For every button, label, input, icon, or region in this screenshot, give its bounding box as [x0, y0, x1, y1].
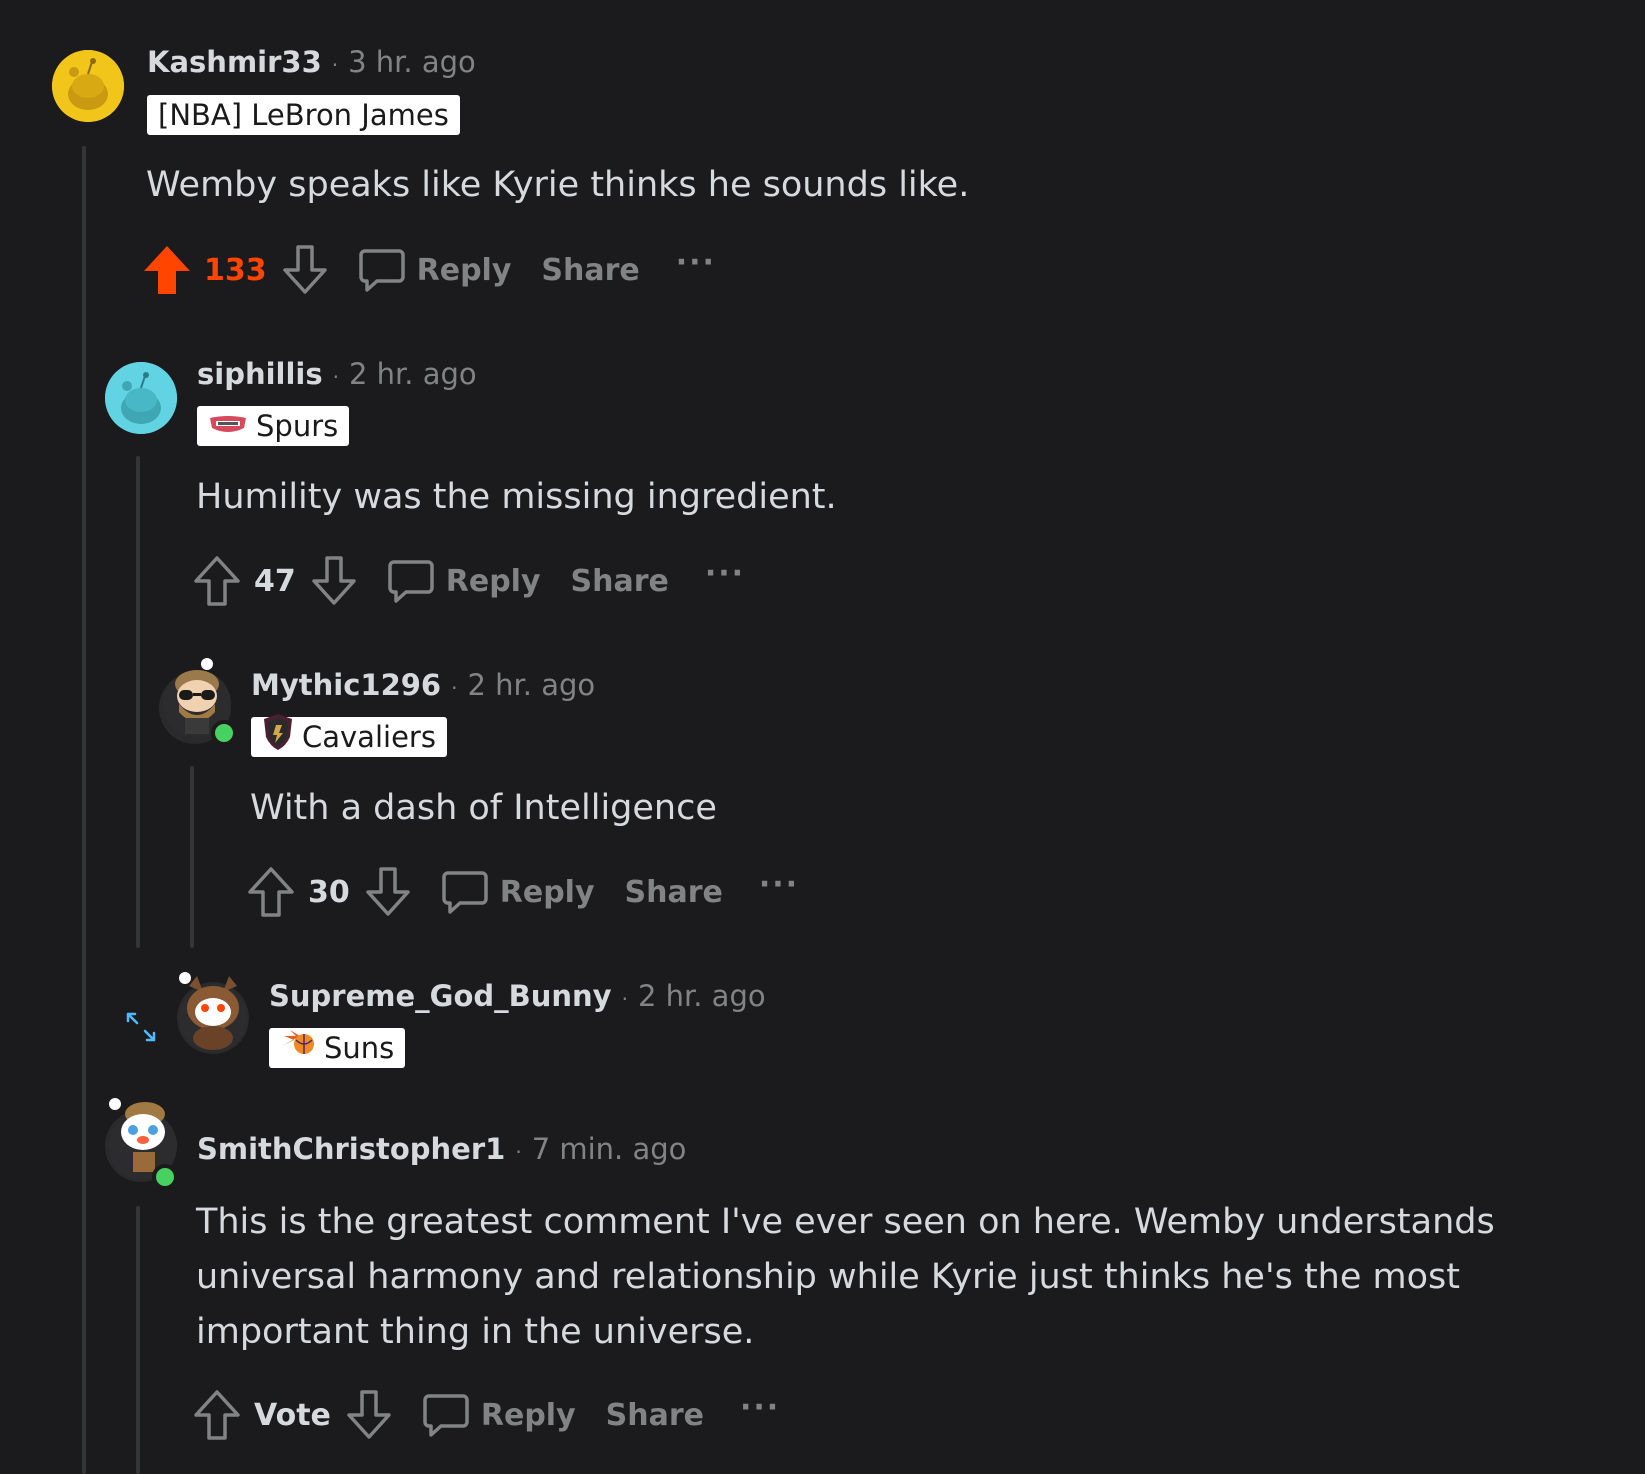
username[interactable]: siphillis	[197, 357, 323, 391]
expand-thread-button[interactable]	[124, 1010, 158, 1044]
username[interactable]: Kashmir33	[147, 45, 322, 79]
username[interactable]: Mythic1296	[251, 668, 441, 702]
expand-arrows-icon	[126, 1012, 156, 1042]
snoo-avatar-icon	[105, 362, 177, 434]
more-options-button[interactable]: ···	[759, 867, 799, 902]
avatar[interactable]	[105, 1098, 178, 1190]
avatar[interactable]	[52, 50, 124, 122]
more-options-button[interactable]: ···	[676, 245, 716, 280]
avatar[interactable]	[105, 362, 177, 434]
snoo-avatar-icon	[179, 972, 247, 1050]
avatar[interactable]	[177, 972, 249, 1054]
separator-dot: ·	[331, 53, 339, 77]
user-flair: Cavaliers	[251, 714, 447, 757]
separator-dot: ·	[621, 987, 628, 1011]
timestamp[interactable]: 2 hr. ago	[638, 979, 766, 1013]
comment-header: Supreme_God_Bunny · 2 hr. ago	[269, 978, 766, 1017]
comment-body: Wemby speaks like Kyrie thinks he sounds…	[146, 165, 970, 205]
comment-actions: 133 Reply Share ···	[142, 242, 716, 298]
snoo-avatar-icon	[52, 50, 124, 122]
vote-count: 30	[308, 874, 350, 910]
thread-line-smith[interactable]	[136, 1206, 140, 1474]
timestamp[interactable]: 2 hr. ago	[467, 668, 595, 702]
downvote-icon[interactable]	[345, 1389, 393, 1441]
separator-dot: ·	[515, 1140, 522, 1164]
suns-logo-icon	[280, 1028, 316, 1068]
flair-text: Spurs	[256, 409, 339, 443]
upvote-icon[interactable]	[192, 555, 242, 607]
timestamp[interactable]: 7 min. ago	[532, 1132, 687, 1166]
reply-label: Reply	[445, 563, 541, 599]
separator-dot: ·	[451, 676, 458, 700]
reply-label: Reply	[480, 1397, 576, 1433]
comment-body: Humility was the missing ingredient.	[196, 477, 837, 517]
flair-text: Cavaliers	[302, 720, 436, 754]
comment-header: siphillis · 2 hr. ago	[197, 356, 477, 395]
avatar[interactable]	[159, 658, 237, 746]
upvote-icon[interactable]	[192, 1389, 242, 1441]
comment-header: Mythic1296 · 2 hr. ago	[251, 667, 595, 706]
comment-actions: 30 Reply Share ···	[246, 864, 799, 920]
more-options-button[interactable]: ···	[740, 1390, 780, 1425]
reply-button[interactable]: Reply	[440, 867, 595, 917]
online-status-indicator	[211, 720, 237, 746]
reply-button[interactable]: Reply	[357, 245, 512, 295]
comment-body: With a dash of Intelligence	[250, 788, 717, 828]
comment-actions: Vote Reply Share ···	[192, 1387, 780, 1443]
share-button[interactable]: Share	[571, 564, 669, 599]
user-flair: Suns	[269, 1028, 406, 1068]
username[interactable]: Supreme_God_Bunny	[269, 979, 612, 1013]
share-button[interactable]: Share	[541, 253, 639, 288]
comment-bubble-icon	[442, 871, 488, 914]
vote-count: 133	[204, 252, 267, 288]
reply-label: Reply	[499, 874, 595, 910]
upvote-icon[interactable]	[142, 244, 192, 296]
reply-button[interactable]: Reply	[386, 556, 541, 606]
reply-button[interactable]: Reply	[421, 1390, 576, 1440]
comment-actions: 47 Reply Share ···	[192, 553, 745, 609]
comment-body: This is the greatest comment I've ever s…	[196, 1202, 1495, 1352]
downvote-icon[interactable]	[364, 866, 412, 918]
comment-header: SmithChristopher1 · 7 min. ago	[197, 1131, 686, 1170]
flair-text: [NBA] LeBron James	[158, 98, 449, 132]
timestamp[interactable]: 2 hr. ago	[349, 357, 477, 391]
thread-line-kashmir[interactable]	[82, 146, 86, 1474]
thread-line-mythic[interactable]	[190, 766, 194, 948]
online-status-indicator	[152, 1164, 178, 1190]
spurs-logo-icon	[208, 406, 248, 446]
vote-count: 47	[254, 563, 296, 599]
flair-text: Suns	[324, 1031, 395, 1065]
share-button[interactable]: Share	[625, 875, 723, 910]
thread-line-siphillis[interactable]	[136, 456, 140, 948]
timestamp[interactable]: 3 hr. ago	[348, 45, 476, 79]
more-options-button[interactable]: ···	[705, 556, 745, 591]
comment-bubble-icon	[423, 1394, 469, 1437]
vote-label: Vote	[254, 1397, 331, 1433]
comment-bubble-icon	[358, 249, 405, 292]
downvote-icon[interactable]	[281, 244, 329, 296]
share-button[interactable]: Share	[606, 1398, 704, 1433]
downvote-icon[interactable]	[310, 555, 358, 607]
reply-label: Reply	[416, 252, 512, 288]
comment-header: Kashmir33 · 3 hr. ago	[147, 44, 476, 83]
user-flair: Spurs	[197, 406, 350, 446]
upvote-icon[interactable]	[246, 866, 296, 918]
username[interactable]: SmithChristopher1	[197, 1132, 505, 1166]
separator-dot: ·	[332, 365, 339, 389]
cavaliers-logo-icon	[262, 713, 294, 761]
user-flair: [NBA] LeBron James	[147, 95, 460, 135]
comment-bubble-icon	[388, 560, 434, 603]
